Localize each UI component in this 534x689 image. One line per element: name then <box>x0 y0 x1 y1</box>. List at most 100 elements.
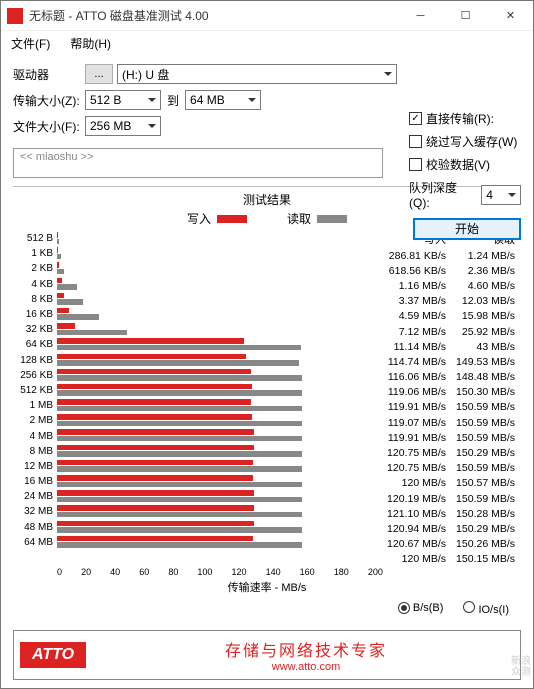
cell-write: 120.75 MB/s <box>383 447 452 459</box>
read-bar <box>57 390 302 396</box>
table-row: 119.07 MB/s150.59 MB/s <box>383 415 521 430</box>
row-label: 64 MB <box>13 537 57 548</box>
menu-file[interactable]: 文件(F) <box>7 33 54 54</box>
table-row: 1.16 MB/s4.60 MB/s <box>383 278 521 293</box>
write-swatch-icon <box>217 215 247 223</box>
cell-read: 150.28 MB/s <box>452 508 521 520</box>
bypass-checkbox[interactable] <box>409 135 422 148</box>
chart-row: 48 MB <box>13 520 383 535</box>
cell-write: 3.37 MB/s <box>383 295 452 307</box>
row-label: 64 KB <box>13 339 57 350</box>
table-row: 120 MB/s150.15 MB/s <box>383 552 521 567</box>
cell-write: 120.19 MB/s <box>383 493 452 505</box>
read-bar <box>57 330 127 336</box>
read-bar <box>57 406 302 412</box>
bar-chart: 512 B1 KB2 KB4 KB8 KB16 KB32 KB64 KB128 … <box>13 231 383 567</box>
table-row: 618.56 KB/s2.36 MB/s <box>383 263 521 278</box>
cell-write: 120 MB/s <box>383 477 452 489</box>
read-bar <box>57 299 83 305</box>
chart-row: 8 KB <box>13 292 383 307</box>
verify-label: 校验数据(V) <box>426 156 490 173</box>
x-tick: 40 <box>110 567 120 577</box>
row-label: 32 MB <box>13 506 57 517</box>
x-tick: 60 <box>139 567 149 577</box>
x-tick: 200 <box>368 567 383 577</box>
menubar: 文件(F) 帮助(H) <box>1 31 533 56</box>
table-row: 120.67 MB/s150.26 MB/s <box>383 537 521 552</box>
cell-write: 114.74 MB/s <box>383 356 452 368</box>
chart-row: 4 KB <box>13 277 383 292</box>
cell-write: 120.94 MB/s <box>383 523 452 535</box>
write-bar <box>57 429 254 435</box>
maximize-button[interactable]: ☐ <box>443 1 488 31</box>
cell-read: 150.29 MB/s <box>452 447 521 459</box>
legend-read-label: 读取 <box>287 210 311 227</box>
chart-row: 32 KB <box>13 322 383 337</box>
cell-read: 12.03 MB/s <box>452 295 521 307</box>
file-size-dropdown[interactable]: 256 MB <box>85 116 161 136</box>
write-bar <box>57 293 64 299</box>
x-tick: 0 <box>57 567 62 577</box>
read-bar <box>57 284 77 290</box>
row-label: 8 KB <box>13 294 57 305</box>
start-button[interactable]: 开始 <box>413 218 521 240</box>
table-row: 120.19 MB/s150.59 MB/s <box>383 491 521 506</box>
chart-row: 1 MB <box>13 398 383 413</box>
queue-label: 队列深度(Q): <box>409 179 477 210</box>
read-bar <box>57 512 302 518</box>
write-bar <box>57 262 59 268</box>
chart-row: 1 KB <box>13 246 383 261</box>
x-tick: 20 <box>81 567 91 577</box>
x-tick: 120 <box>231 567 246 577</box>
table-row: 120 MB/s150.57 MB/s <box>383 476 521 491</box>
table-row: 119.06 MB/s150.30 MB/s <box>383 385 521 400</box>
chart-row: 16 KB <box>13 307 383 322</box>
transfer-to-dropdown[interactable]: 64 MB <box>185 90 261 110</box>
radio-bps[interactable]: B/s(B) <box>398 602 444 614</box>
minimize-button[interactable]: ─ <box>398 1 443 31</box>
row-label: 32 KB <box>13 324 57 335</box>
row-label: 2 MB <box>13 415 57 426</box>
x-tick: 160 <box>300 567 315 577</box>
transfer-from-dropdown[interactable]: 512 B <box>85 90 161 110</box>
write-bar <box>57 414 252 420</box>
x-tick: 80 <box>168 567 178 577</box>
cell-write: 116.06 MB/s <box>383 371 452 383</box>
cell-write: 1.16 MB/s <box>383 280 452 292</box>
write-bar <box>57 445 254 451</box>
footer-title: 存储与网络技术专家 <box>98 637 514 661</box>
row-label: 12 MB <box>13 461 57 472</box>
app-window: 无标题 - ATTO 磁盘基准测试 4.00 ─ ☐ ✕ 文件(F) 帮助(H)… <box>0 0 534 689</box>
row-label: 48 MB <box>13 522 57 533</box>
chart-row: 8 MB <box>13 444 383 459</box>
write-bar <box>57 475 253 481</box>
menu-help[interactable]: 帮助(H) <box>66 33 115 54</box>
write-bar <box>57 323 75 329</box>
browse-button[interactable]: ... <box>85 64 113 84</box>
cell-read: 150.57 MB/s <box>452 477 521 489</box>
read-bar <box>57 421 302 427</box>
row-label: 4 KB <box>13 279 57 290</box>
x-axis: 020406080100120140160180200 <box>57 567 383 577</box>
radio-iops[interactable]: IO/s(I) <box>463 601 509 616</box>
cell-write: 11.14 MB/s <box>383 341 452 353</box>
verify-checkbox[interactable] <box>409 158 422 171</box>
row-label: 128 KB <box>13 355 57 366</box>
table-row: 7.12 MB/s25.92 MB/s <box>383 324 521 339</box>
x-tick: 180 <box>334 567 349 577</box>
chart-row: 32 MB <box>13 504 383 519</box>
cell-read: 148.48 MB/s <box>452 371 521 383</box>
footer-url[interactable]: www.atto.com <box>98 661 514 673</box>
queue-dropdown[interactable]: 4 <box>481 185 521 205</box>
write-bar <box>57 384 252 390</box>
direct-label: 直接传输(R): <box>426 110 494 127</box>
write-bar <box>57 521 254 527</box>
cell-read: 43 MB/s <box>452 341 521 353</box>
direct-checkbox[interactable]: ✓ <box>409 112 422 125</box>
close-button[interactable]: ✕ <box>488 1 533 31</box>
write-bar <box>57 308 69 314</box>
drive-dropdown[interactable]: (H:) U 盘 <box>117 64 397 84</box>
file-size-label: 文件大小(F): <box>13 118 85 135</box>
write-bar <box>57 354 246 360</box>
row-label: 8 MB <box>13 446 57 457</box>
